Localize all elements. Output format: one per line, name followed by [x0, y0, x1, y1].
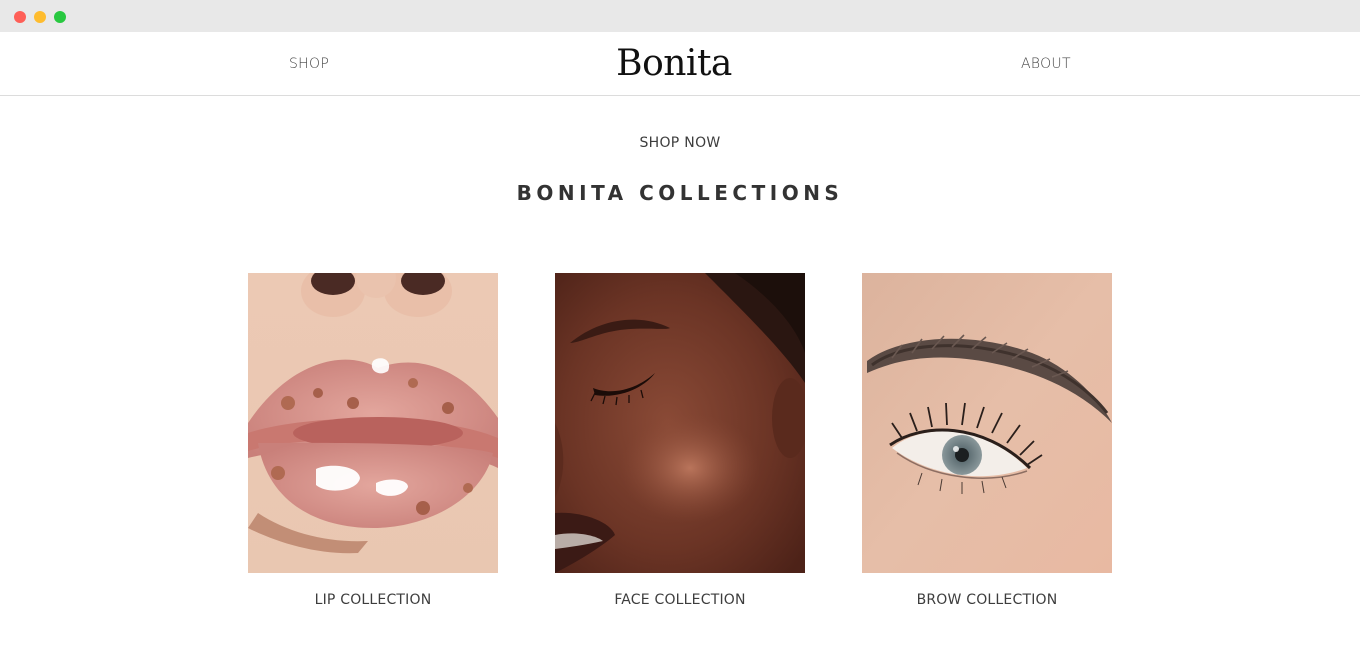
brow-collection-image[interactable] — [862, 273, 1112, 573]
site-logo[interactable]: Bonita — [0, 41, 1348, 87]
maximize-window-icon[interactable] — [54, 11, 66, 23]
face-collection-card[interactable]: FACE COLLECTION — [555, 273, 805, 609]
brow-collection-label[interactable]: BROW COLLECTION — [862, 591, 1112, 609]
brow-collection-card[interactable]: BROW COLLECTION — [862, 273, 1112, 609]
face-collection-image[interactable] — [555, 273, 805, 573]
browser-window: SHOP Bonita ABOUT SHOP NOW BONITA COLLEC… — [0, 0, 1360, 667]
collections-heading: BONITA COLLECTIONS — [516, 181, 844, 205]
lip-collection-label[interactable]: LIP COLLECTION — [248, 591, 498, 609]
site-header: SHOP Bonita ABOUT — [0, 32, 1360, 96]
lip-collection-card[interactable]: LIP COLLECTION — [248, 273, 498, 609]
face-collection-label[interactable]: FACE COLLECTION — [555, 591, 805, 609]
lip-collection-image[interactable] — [248, 273, 498, 573]
nav-about-link[interactable]: ABOUT — [1021, 56, 1071, 72]
close-window-icon[interactable] — [14, 11, 26, 23]
window-titlebar — [0, 0, 1360, 32]
shop-now-link[interactable]: SHOP NOW — [0, 134, 1360, 152]
minimize-window-icon[interactable] — [34, 11, 46, 23]
